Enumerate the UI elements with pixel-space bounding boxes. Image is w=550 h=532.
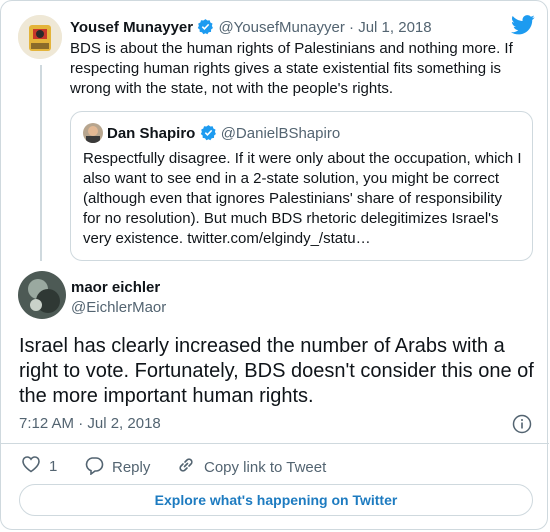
main-tweet-text: Israel has clearly increased the number … bbox=[19, 335, 534, 407]
dan-avatar[interactable] bbox=[83, 123, 103, 143]
separator: · bbox=[349, 19, 355, 36]
verified-badge-icon bbox=[197, 18, 214, 39]
reply-action[interactable]: Reply bbox=[84, 455, 150, 479]
reply-label: Reply bbox=[112, 458, 151, 476]
yousef-avatar[interactable] bbox=[18, 15, 62, 59]
verified-badge-icon bbox=[200, 124, 217, 145]
parent-handle[interactable]: @YousefMunayyer bbox=[218, 19, 344, 36]
parent-date[interactable]: Jul 1, 2018 bbox=[358, 19, 431, 36]
main-handle[interactable]: @EichlerMaor bbox=[71, 299, 166, 316]
parent-tweet-text: BDS is about the human rights of Palesti… bbox=[70, 40, 513, 97]
copy-link-action[interactable]: Copy link to Tweet bbox=[176, 455, 326, 479]
info-icon[interactable] bbox=[512, 414, 532, 439]
thread-line bbox=[40, 65, 42, 261]
quoted-display-name: Dan Shapiro bbox=[107, 125, 196, 142]
parent-display-name[interactable]: Yousef Munayyer bbox=[70, 19, 193, 36]
quoted-handle: @DanielBShapiro bbox=[220, 125, 341, 142]
like-count: 1 bbox=[49, 457, 58, 475]
copy-link-label: Copy link to Tweet bbox=[204, 458, 327, 476]
tweet-timestamp[interactable]: 7:12 AM · Jul 2, 2018 bbox=[19, 415, 161, 432]
main-display-name[interactable]: maor eichler bbox=[71, 279, 160, 296]
quoted-tweet[interactable]: Dan Shapiro @DanielBShapiro Respectfully… bbox=[70, 111, 533, 261]
heart-icon bbox=[21, 455, 49, 477]
quoted-tweet-header: Dan Shapiro @DanielBShapiro bbox=[107, 124, 340, 145]
reply-icon bbox=[84, 455, 112, 479]
twitter-bird-icon[interactable] bbox=[511, 15, 535, 40]
maor-avatar[interactable] bbox=[18, 271, 66, 319]
explore-button[interactable]: Explore what's happening on Twitter bbox=[19, 484, 533, 516]
like-action[interactable]: 1 bbox=[21, 455, 57, 477]
parent-tweet-header: Yousef Munayyer @YousefMunayyer · Jul 1,… bbox=[70, 18, 432, 39]
divider bbox=[1, 443, 549, 444]
quoted-tweet-text: Respectfully disagree. If it were only a… bbox=[83, 150, 522, 247]
tweet-embed-card: Yousef Munayyer @YousefMunayyer · Jul 1,… bbox=[0, 0, 549, 530]
link-icon bbox=[176, 455, 204, 479]
